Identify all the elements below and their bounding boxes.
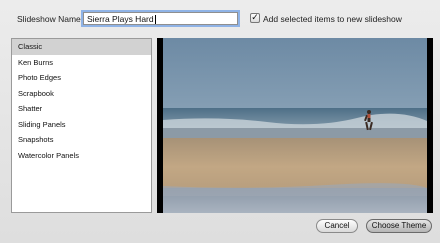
slideshow-dialog: Slideshow Name: Sierra Plays Hard ✓ Add …: [0, 0, 440, 243]
theme-item-classic[interactable]: Classic: [12, 39, 151, 55]
theme-item-snapshots[interactable]: Snapshots: [12, 132, 151, 148]
beach-preview-image: [163, 38, 427, 213]
theme-item-photo-edges[interactable]: Photo Edges: [12, 70, 151, 86]
slideshow-name-value: Sierra Plays Hard: [87, 14, 154, 24]
slideshow-name-label: Slideshow Name:: [17, 14, 84, 24]
theme-preview: [157, 38, 433, 213]
text-caret: [154, 15, 156, 24]
add-selected-label: Add selected items to new slideshow: [263, 14, 402, 24]
theme-item-sliding-panels[interactable]: Sliding Panels: [12, 117, 151, 133]
cancel-button[interactable]: Cancel: [316, 219, 358, 233]
theme-item-scrapbook[interactable]: Scrapbook: [12, 86, 151, 102]
theme-item-shatter[interactable]: Shatter: [12, 101, 151, 117]
theme-item-ken-burns[interactable]: Ken Burns: [12, 55, 151, 71]
theme-item-watercolor-panels[interactable]: Watercolor Panels: [12, 148, 151, 164]
theme-list[interactable]: Classic Ken Burns Photo Edges Scrapbook …: [11, 38, 152, 213]
slideshow-name-field[interactable]: Sierra Plays Hard: [83, 12, 238, 25]
choose-theme-button[interactable]: Choose Theme: [366, 219, 432, 233]
add-selected-checkbox[interactable]: ✓: [250, 13, 260, 23]
